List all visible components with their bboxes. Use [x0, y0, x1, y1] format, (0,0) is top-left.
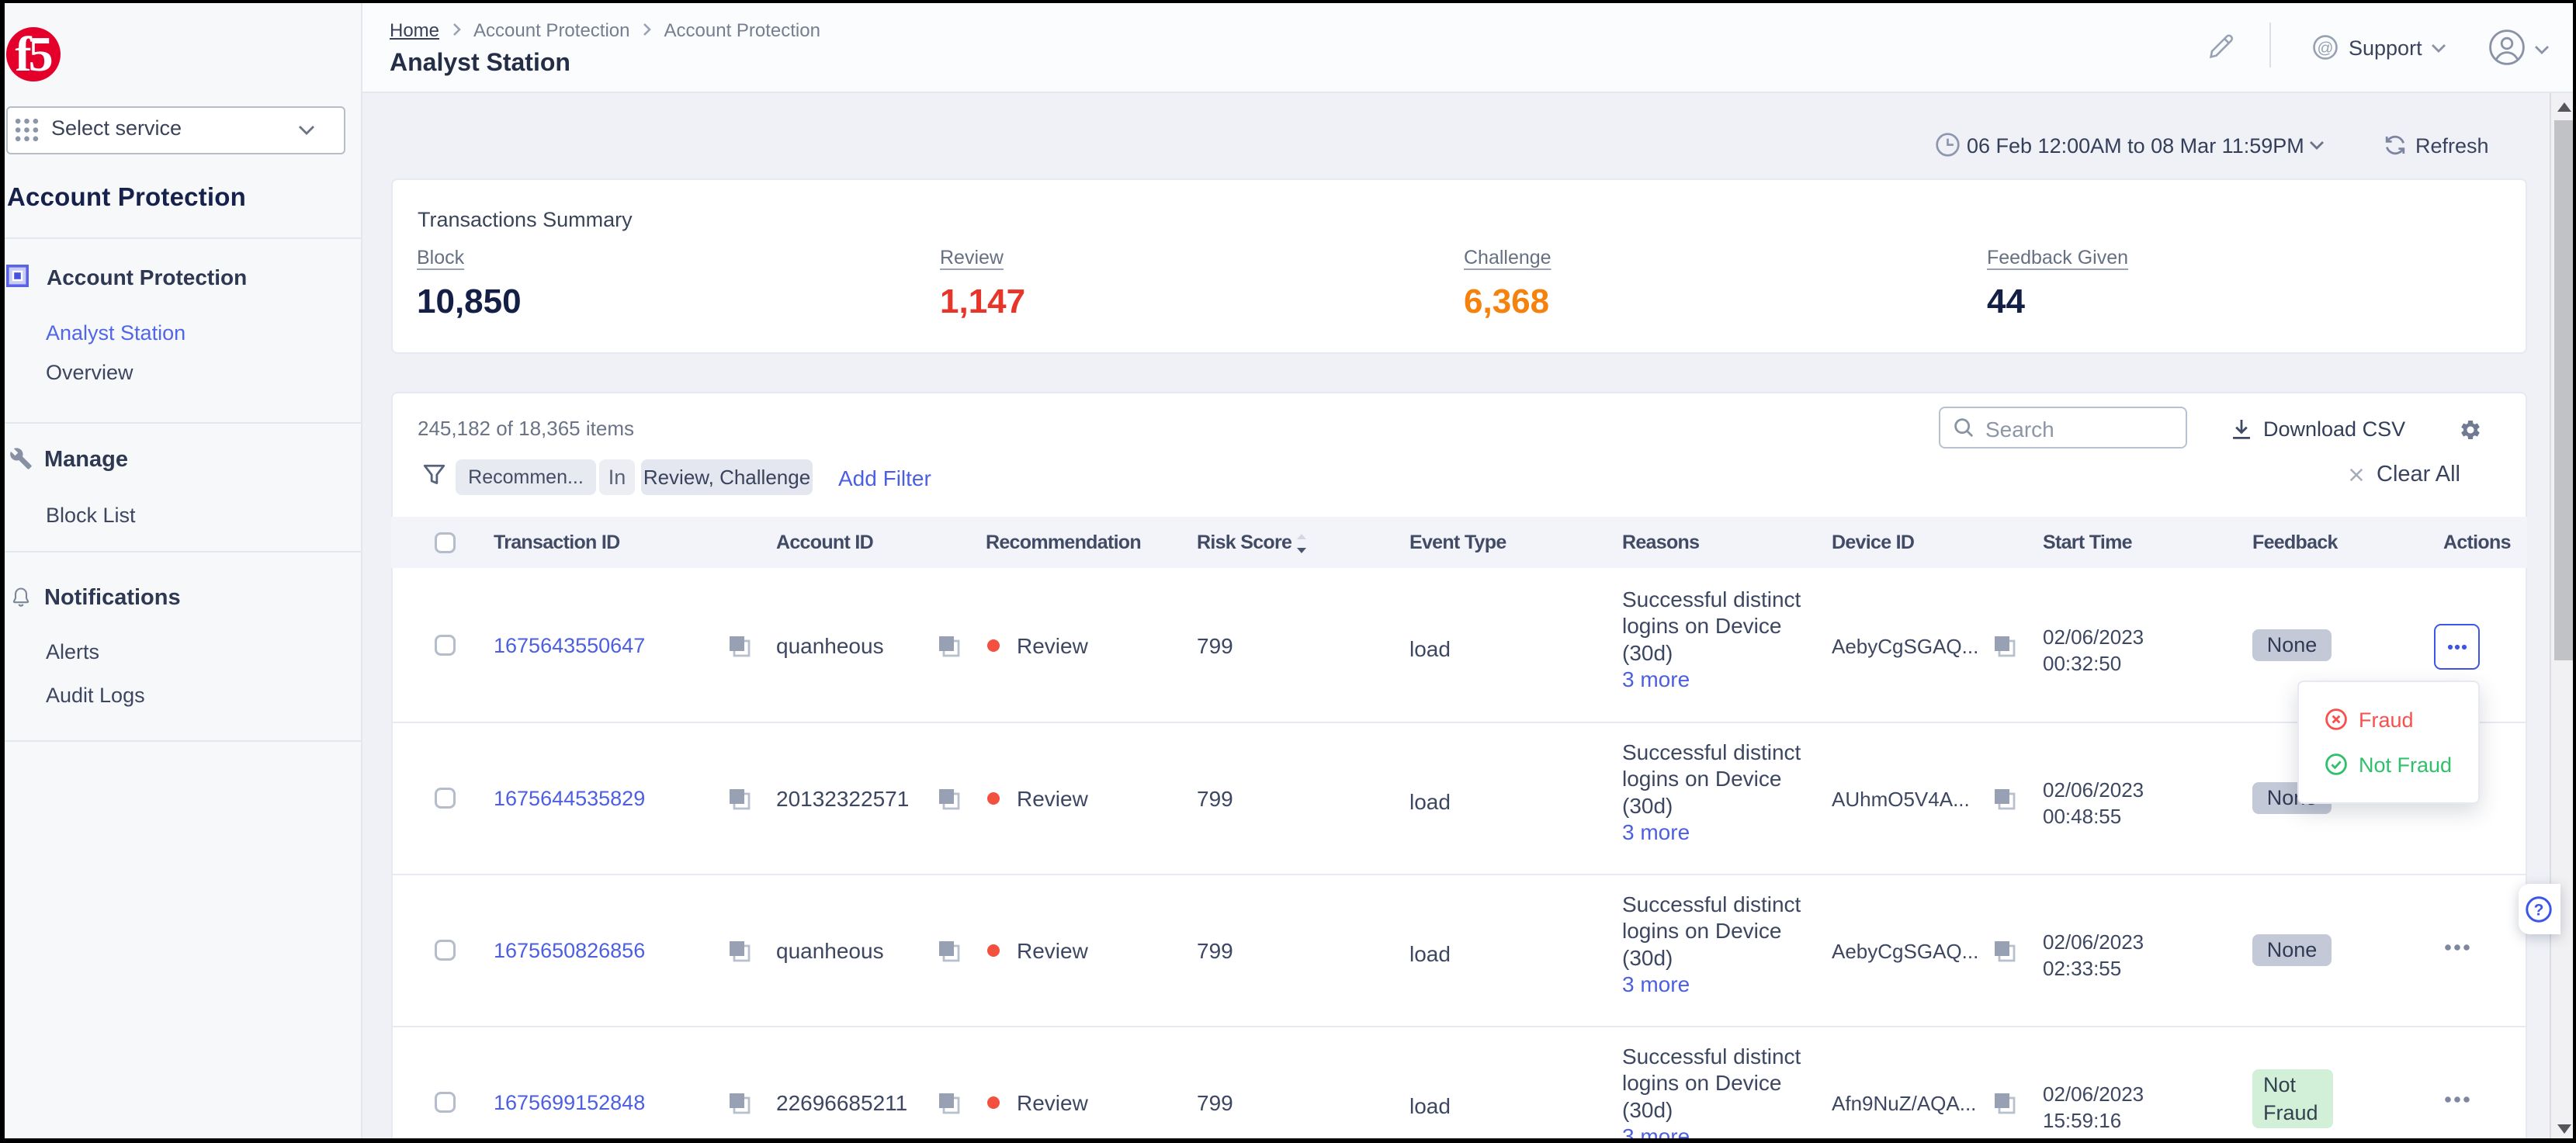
svg-text:f5: f5 [15, 27, 51, 81]
svg-text:?: ? [2534, 901, 2544, 919]
svg-text:@: @ [2317, 39, 2333, 57]
